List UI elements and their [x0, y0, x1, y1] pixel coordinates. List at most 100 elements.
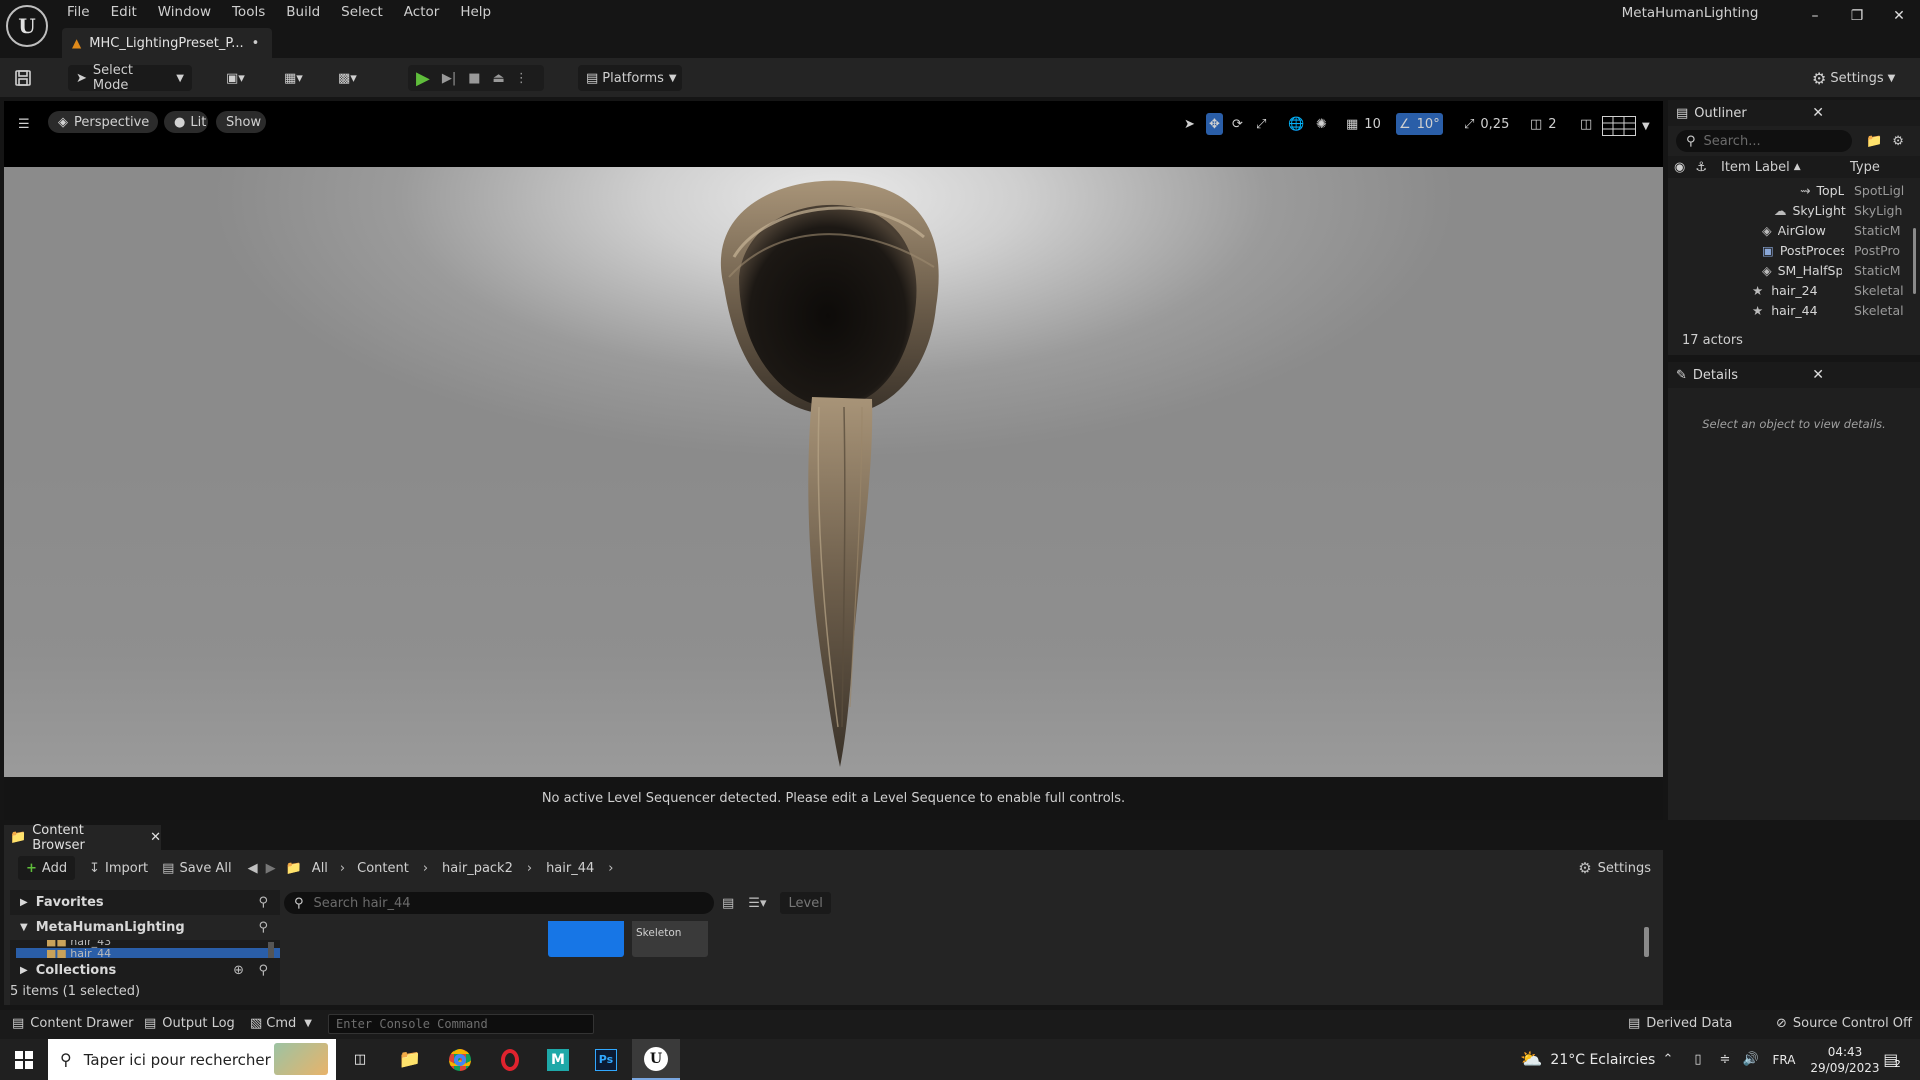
add-actor-button[interactable]: ▣▾ [226, 65, 245, 91]
close-window-button[interactable]: ✕ [1878, 0, 1920, 32]
outliner-row[interactable]: ☁ SkyLight SkyLigh [1668, 200, 1920, 220]
network-button[interactable]: ≑ [1712, 1039, 1738, 1080]
eject-icon[interactable]: ⏏ [493, 71, 505, 86]
level-filter-chip[interactable]: Level [780, 892, 831, 914]
language-indicator[interactable]: FRA [1764, 1039, 1804, 1080]
rotate-tool[interactable]: ⟳ [1232, 113, 1243, 135]
outliner-row[interactable]: ★ hair_24 Skeletal [1668, 280, 1920, 300]
asset-tile-selected[interactable] [548, 921, 624, 957]
lit-button[interactable]: ● Lit [164, 111, 208, 133]
add-folder-icon[interactable]: 📁 [1866, 134, 1882, 149]
settings-dropdown[interactable]: ⚙ Settings ▼ [1812, 65, 1895, 91]
outliner-scrollbar[interactable] [1913, 228, 1916, 294]
close-icon[interactable]: ✕ [150, 830, 161, 845]
content-browser-settings-button[interactable]: ⚙ Settings [1578, 859, 1651, 877]
search-icon[interactable]: ⚲ [258, 895, 268, 910]
content-browser-tab[interactable]: 📁 Content Browser ✕ [4, 823, 161, 853]
stop-icon[interactable]: ■ [468, 71, 480, 86]
notifications-button[interactable]: ▤ 2 [1872, 1039, 1912, 1080]
menu-file[interactable]: File [58, 4, 102, 20]
asset-search-input[interactable]: ⚲ Search hair_44 [284, 892, 714, 914]
volume-button[interactable]: 🔊 [1738, 1039, 1764, 1080]
breadcrumb-hair-pack2[interactable]: hair_pack2 [442, 861, 513, 876]
layout-button[interactable]: ◫ [1580, 113, 1592, 135]
pin-icon[interactable]: ⚓ [1695, 160, 1707, 175]
filter-icon[interactable]: ☰▾ [748, 896, 766, 911]
taskbar-clock[interactable]: 04:43 29/09/2023 [1810, 1044, 1880, 1076]
menu-edit[interactable]: Edit [102, 4, 149, 20]
tray-device-icon[interactable]: ▯ [1686, 1039, 1710, 1080]
outliner-search-input[interactable]: ⚲ Search... [1676, 130, 1852, 152]
hidden-icons-button[interactable]: ⌃ [1654, 1039, 1682, 1080]
chevron-right-icon[interactable]: › [527, 861, 532, 876]
menu-actor[interactable]: Actor [395, 4, 452, 20]
add-collection-icon[interactable]: ⊕ [233, 963, 244, 978]
save-all-button[interactable]: ▤ Save All [162, 861, 231, 876]
search-icon[interactable]: ⚲ [258, 963, 268, 978]
grid-snap-toggle[interactable]: ▦ 10 [1346, 113, 1381, 135]
maya-button[interactable]: M [534, 1039, 582, 1080]
chevron-right-icon[interactable]: › [340, 861, 345, 876]
platforms-dropdown[interactable]: ▤ Platforms ▼ [578, 65, 682, 91]
search-icon[interactable]: ⚲ [258, 920, 268, 935]
viewport-layout-dropdown[interactable]: ▼ [1602, 115, 1650, 137]
show-button[interactable]: Show [216, 111, 266, 133]
visibility-icon[interactable]: ◉ [1674, 160, 1685, 175]
outliner-row[interactable]: ▣ PostProces PostPro [1668, 240, 1920, 260]
menu-build[interactable]: Build [277, 4, 332, 20]
tree-scrollbar[interactable] [268, 942, 274, 958]
save-button[interactable] [14, 65, 32, 91]
outliner-row[interactable]: ◈ AirGlow StaticM [1668, 220, 1920, 240]
outliner-row[interactable]: ★ hair_44 Skeletal [1668, 300, 1920, 320]
viewport-scene[interactable] [4, 167, 1663, 777]
outliner-row[interactable]: ◈ SM_HalfSp StaticM [1668, 260, 1920, 280]
minimize-button[interactable]: – [1794, 0, 1836, 32]
menu-tools[interactable]: Tools [223, 4, 277, 20]
rotation-snap-toggle[interactable]: ∠ 10° [1396, 113, 1443, 135]
chrome-button[interactable] [436, 1039, 484, 1080]
close-icon[interactable]: ✕ [1812, 367, 1824, 383]
more-options-icon[interactable]: ⋮ [515, 71, 528, 86]
menu-window[interactable]: Window [149, 4, 223, 20]
close-icon[interactable]: ✕ [1812, 105, 1824, 121]
step-icon[interactable]: ▶| [442, 71, 456, 86]
gear-icon[interactable]: ⚙ [1892, 134, 1904, 149]
level-viewport[interactable]: ☰ ◈ Perspective ● Lit Show ➤ ✥ ⟳ ⤢ 🌐 ✺ ▦… [4, 101, 1663, 820]
save-search-icon[interactable]: ▤ [722, 896, 734, 911]
translate-tool[interactable]: ✥ [1206, 113, 1223, 135]
content-drawer-button[interactable]: ▤ Content Drawer [12, 1016, 133, 1031]
output-log-button[interactable]: ▤ Output Log [144, 1016, 235, 1031]
weather-widget[interactable]: ⛅ 21°C Eclaircies [1520, 1039, 1655, 1080]
import-button[interactable]: ↧ Import [89, 861, 148, 876]
cinematics-button[interactable]: ▩▾ [338, 65, 357, 91]
camera-speed-button[interactable]: ◫ 2 [1530, 113, 1557, 135]
history-back-icon[interactable]: ◀ [248, 861, 258, 876]
start-button[interactable] [0, 1039, 48, 1080]
chevron-right-icon[interactable]: › [423, 861, 428, 876]
collections-section[interactable]: ▶ Collections ⊕ ⚲ [10, 958, 280, 983]
menu-select[interactable]: Select [332, 4, 395, 20]
asset-scrollbar[interactable] [1644, 927, 1649, 957]
outliner-row[interactable]: ⇝ TopL SpotLigl [1668, 180, 1920, 200]
photoshop-button[interactable]: Ps [582, 1039, 630, 1080]
blueprint-button[interactable]: ▦▾ [284, 65, 303, 91]
world-space-toggle[interactable]: 🌐 [1288, 113, 1304, 135]
opera-button[interactable] [486, 1039, 534, 1080]
task-view-button[interactable]: ◫ [336, 1039, 384, 1080]
restore-button[interactable]: ❐ [1836, 0, 1878, 32]
level-tab[interactable]: ▲ MHC_LightingPreset_P... • [62, 28, 272, 58]
play-icon[interactable]: ▶ [416, 68, 430, 89]
derived-data-button[interactable]: ▤ Derived Data [1628, 1016, 1732, 1031]
project-section[interactable]: ▼ MetaHumanLighting ⚲ [10, 915, 280, 940]
add-button[interactable]: + Add [18, 856, 76, 880]
scale-snap-toggle[interactable]: ⤢ 0,25 [1464, 113, 1509, 135]
console-command-input[interactable]: Enter Console Command [328, 1014, 594, 1034]
taskbar-search-box[interactable]: ⚲ Taper ici pour rechercher [48, 1039, 336, 1080]
file-explorer-button[interactable]: 📁 [386, 1039, 434, 1080]
unreal-engine-button[interactable]: U [632, 1039, 680, 1080]
select-mode-dropdown[interactable]: ➤ Select Mode ▼ [68, 63, 192, 93]
surface-snap-toggle[interactable]: ✺ [1316, 113, 1327, 135]
breadcrumb-hair-44[interactable]: hair_44 [546, 861, 594, 876]
scale-tool[interactable]: ⤢ [1256, 113, 1266, 135]
cmd-dropdown[interactable]: ▧ Cmd ▼ [250, 1016, 312, 1031]
